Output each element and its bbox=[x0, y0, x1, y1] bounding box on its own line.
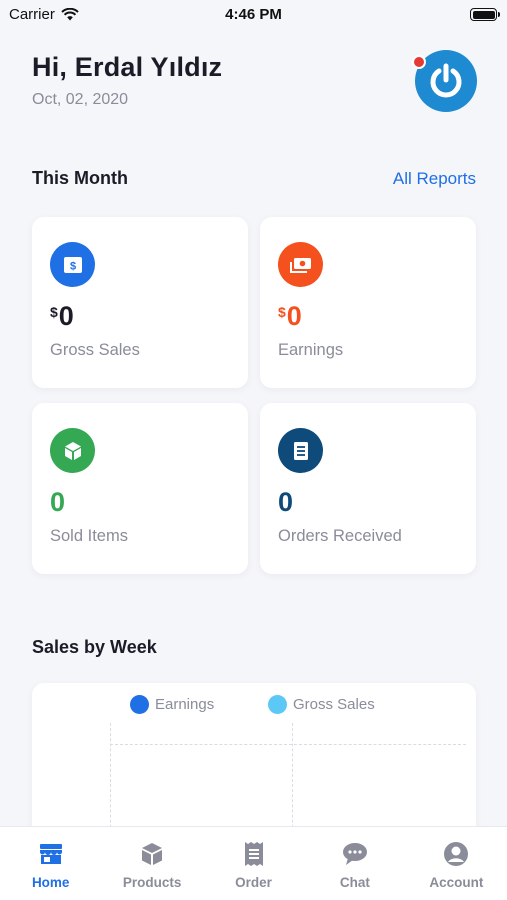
chart-gridline bbox=[292, 723, 293, 843]
legend-gross-sales-label: Gross Sales bbox=[293, 696, 375, 713]
orders-received-card[interactable]: 0 Orders Received bbox=[260, 403, 476, 574]
money-stack-icon bbox=[278, 242, 323, 287]
legend-earnings-label: Earnings bbox=[155, 696, 215, 713]
greeting-title: Hi, Erdal Yıldız bbox=[32, 52, 223, 82]
notification-dot bbox=[412, 55, 426, 69]
orders-received-label: Orders Received bbox=[278, 527, 402, 545]
chart-gridline bbox=[110, 723, 111, 843]
receipt-icon bbox=[241, 841, 267, 867]
status-bar: Carrier 4:46 PM bbox=[0, 0, 507, 28]
dollar-bill-icon: $ bbox=[50, 242, 95, 287]
receipt-icon bbox=[278, 428, 323, 473]
svg-text:$: $ bbox=[69, 260, 75, 272]
legend-earnings: Earnings bbox=[130, 695, 214, 714]
tab-home[interactable]: Home bbox=[0, 827, 101, 900]
gross-sales-label: Gross Sales bbox=[50, 341, 140, 359]
bottom-tab-bar: Home Products Order Chat Account bbox=[0, 826, 507, 900]
clock: 4:46 PM bbox=[225, 6, 282, 23]
earnings-card[interactable]: $0 Earnings bbox=[260, 217, 476, 388]
tab-products[interactable]: Products bbox=[101, 827, 202, 900]
tab-products-label: Products bbox=[122, 875, 182, 890]
this-month-title: This Month bbox=[32, 168, 128, 188]
currency-symbol: $ bbox=[50, 304, 58, 320]
tab-account-label: Account bbox=[429, 875, 484, 890]
tab-chat-label: Chat bbox=[339, 875, 370, 890]
orders-received-value: 0 bbox=[278, 487, 294, 517]
all-reports-link[interactable]: All Reports bbox=[393, 169, 476, 189]
tab-chat[interactable]: Chat bbox=[304, 827, 405, 900]
store-icon bbox=[38, 841, 64, 867]
sales-by-week-title: Sales by Week bbox=[32, 637, 157, 657]
tab-home-label: Home bbox=[31, 875, 70, 890]
account-icon bbox=[443, 841, 469, 867]
tab-account[interactable]: Account bbox=[406, 827, 507, 900]
legend-gross-sales: Gross Sales bbox=[268, 695, 375, 714]
earnings-value: $0 bbox=[278, 301, 302, 331]
chart-gridline bbox=[110, 744, 466, 745]
box-icon bbox=[50, 428, 95, 473]
sales-by-week-chart: Earnings Gross Sales bbox=[32, 683, 476, 843]
current-date: Oct, 02, 2020 bbox=[32, 91, 129, 108]
legend-earnings-swatch bbox=[130, 695, 149, 714]
battery-icon bbox=[470, 8, 500, 21]
power-icon bbox=[430, 63, 462, 98]
currency-symbol: $ bbox=[278, 304, 286, 320]
legend-gross-sales-swatch bbox=[268, 695, 287, 714]
tab-order-label: Order bbox=[235, 875, 272, 890]
gross-sales-value: $0 bbox=[50, 301, 74, 331]
sold-items-value: 0 bbox=[50, 487, 66, 517]
tab-order[interactable]: Order bbox=[203, 827, 304, 900]
cube-icon bbox=[139, 841, 165, 867]
sold-items-label: Sold Items bbox=[50, 527, 128, 545]
gross-sales-card[interactable]: $ $0 Gross Sales bbox=[32, 217, 248, 388]
sold-items-card[interactable]: 0 Sold Items bbox=[32, 403, 248, 574]
chat-bubble-icon bbox=[342, 841, 368, 867]
earnings-label: Earnings bbox=[278, 341, 344, 359]
